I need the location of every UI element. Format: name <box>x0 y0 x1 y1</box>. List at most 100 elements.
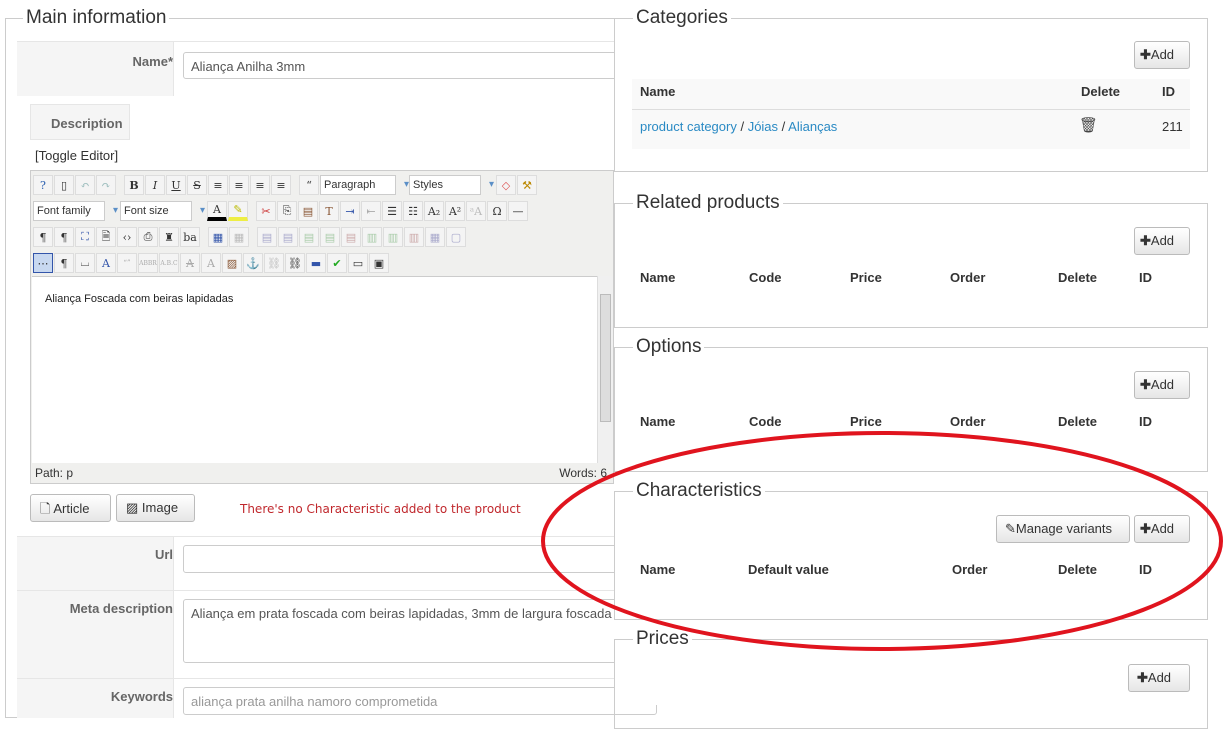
unlink-icon[interactable]: ⛓ <box>264 253 284 273</box>
cleanup-broom-icon[interactable]: ⚒ <box>517 175 537 195</box>
help-icon[interactable]: ? <box>33 175 53 195</box>
manage-variants-button[interactable]: ✎Manage variants <box>996 515 1130 543</box>
html-source-icon[interactable]: ‹› <box>117 227 137 247</box>
description-tab[interactable]: Description <box>30 104 130 140</box>
paste-text-icon[interactable]: T <box>319 201 339 221</box>
split-cells-icon[interactable]: ▦ <box>425 227 445 247</box>
attributes-icon[interactable]: ▨ <box>222 253 242 273</box>
meta-description-label: Meta description <box>69 601 173 616</box>
undo-icon[interactable]: ↶ <box>75 175 95 195</box>
del-icon[interactable]: A <box>180 253 200 273</box>
cell-props-icon[interactable]: ▤ <box>278 227 298 247</box>
print-icon[interactable]: ⎙ <box>138 227 158 247</box>
anchor-icon[interactable]: ⚓ <box>243 253 263 273</box>
merge-cells-icon[interactable]: ▢ <box>446 227 466 247</box>
font-family-select[interactable]: Font family <box>33 201 118 221</box>
categories-add-button[interactable]: ✚Add <box>1134 41 1190 69</box>
link-icon[interactable]: ⛓ <box>285 253 305 273</box>
editor-scrollbar[interactable] <box>597 276 613 463</box>
url-input[interactable] <box>183 545 657 573</box>
preview-icon[interactable]: 🗎 <box>96 227 116 247</box>
editor-content[interactable]: Aliança Foscada com beiras lapidadas <box>32 276 598 463</box>
bullet-list-icon[interactable]: ☷ <box>403 201 423 221</box>
font-size-select[interactable]: Font size <box>120 201 205 221</box>
col-before-icon[interactable]: ▥ <box>362 227 382 247</box>
cite-icon[interactable]: “” <box>117 253 137 273</box>
replace-icon[interactable]: ba <box>180 227 200 247</box>
trash-icon[interactable]: 🗑 <box>1079 116 1098 134</box>
numbered-list-icon[interactable]: ☰ <box>382 201 402 221</box>
nonbreaking-icon[interactable]: ⌴ <box>75 253 95 273</box>
visual-aid-icon[interactable]: ⋯ <box>33 253 53 273</box>
horizontal-rule-icon[interactable]: — <box>508 201 528 221</box>
underline-icon[interactable]: U <box>166 175 186 195</box>
delete-table-icon[interactable]: ▦ <box>229 227 249 247</box>
category-link-root[interactable]: product category <box>640 119 737 134</box>
layer-icon[interactable]: ▣ <box>369 253 389 273</box>
prices-add-button[interactable]: ✚Add <box>1128 664 1190 692</box>
redo-icon[interactable]: ↷ <box>96 175 116 195</box>
format-select[interactable]: Paragraph <box>320 175 409 195</box>
new-document-icon[interactable]: ▯ <box>54 175 74 195</box>
italic-icon[interactable]: I <box>145 175 165 195</box>
keywords-label: Keywords <box>110 689 173 704</box>
styleprops-icon[interactable]: A <box>96 253 116 273</box>
row-after-icon[interactable]: ▤ <box>320 227 340 247</box>
outdent-icon[interactable]: ⇤ <box>361 201 381 221</box>
col-after-icon[interactable]: ▥ <box>383 227 403 247</box>
col-name: Name <box>640 414 676 429</box>
keywords-input[interactable]: aliança prata anilha namoro comprometida <box>183 687 657 715</box>
ins-icon[interactable]: A <box>201 253 221 273</box>
row-before-icon[interactable]: ▤ <box>299 227 319 247</box>
delete-row-icon[interactable]: ▤ <box>341 227 361 247</box>
show-blocks-icon[interactable]: ¶ <box>54 253 74 273</box>
related-add-button[interactable]: ✚Add <box>1134 227 1190 255</box>
article-button[interactable]: 🗋 Article <box>30 494 111 522</box>
highlight-color-icon[interactable]: ✎ <box>228 201 248 221</box>
indent-icon[interactable]: ⇥ <box>340 201 360 221</box>
prices-section: Prices ✚Add <box>614 628 1208 729</box>
insert-table-icon[interactable]: ▦ <box>208 227 228 247</box>
category-link-aliancas[interactable]: Alianças <box>788 119 837 134</box>
toggle-editor-link[interactable]: [Toggle Editor] <box>35 148 118 163</box>
abbr-icon[interactable]: ABBR <box>138 253 158 273</box>
options-add-button[interactable]: ✚Add <box>1134 371 1190 399</box>
characteristics-add-button[interactable]: ✚Add <box>1134 515 1190 543</box>
image-button[interactable]: ▨ Image <box>116 494 195 522</box>
cut-icon[interactable]: ✂ <box>256 201 276 221</box>
eraser-icon[interactable]: ◇ <box>496 175 516 195</box>
bold-icon[interactable]: B <box>124 175 144 195</box>
col-id: ID <box>1139 414 1152 429</box>
rtl-icon[interactable]: ¶ <box>54 227 74 247</box>
strikethrough-icon[interactable]: S <box>187 175 207 195</box>
category-id: 211 <box>1162 119 1183 134</box>
fullscreen-icon[interactable]: ⛶ <box>75 227 95 247</box>
image-icon[interactable]: ▬ <box>306 253 326 273</box>
paste-icon[interactable]: ▤ <box>298 201 318 221</box>
special-char-icon[interactable]: Ω <box>487 201 507 221</box>
styles-select[interactable]: Styles <box>409 175 494 195</box>
acronym-icon[interactable]: A.B.C <box>159 253 179 273</box>
name-input[interactable]: Aliança Anilha 3mm <box>183 52 657 79</box>
align-right-icon[interactable]: ≡ <box>271 175 291 195</box>
language-icon[interactable]: ᵃA <box>466 201 486 221</box>
spellcheck-icon[interactable]: ✔ <box>327 253 347 273</box>
align-left-icon[interactable]: ≡ <box>250 175 270 195</box>
superscript-icon[interactable]: A² <box>445 201 465 221</box>
pencil-icon: ✎ <box>1005 521 1016 536</box>
template-icon[interactable]: ▭ <box>348 253 368 273</box>
text-color-icon[interactable]: A <box>207 201 227 221</box>
blockquote-icon[interactable]: “ <box>299 175 319 195</box>
meta-description-textarea[interactable]: Aliança em prata foscada com beiras lapi… <box>183 599 657 663</box>
category-link-joias[interactable]: Jóias <box>748 119 778 134</box>
col-id: ID <box>1162 84 1175 99</box>
row-props-icon[interactable]: ▤ <box>257 227 277 247</box>
prices-legend: Prices <box>633 628 692 650</box>
subscript-icon[interactable]: A₂ <box>424 201 444 221</box>
ltr-icon[interactable]: ¶ <box>33 227 53 247</box>
justify-icon[interactable]: ≡ <box>208 175 228 195</box>
copy-icon[interactable]: ⎘ <box>277 201 297 221</box>
delete-col-icon[interactable]: ▥ <box>404 227 424 247</box>
find-icon[interactable]: ♜ <box>159 227 179 247</box>
align-center-icon[interactable]: ≡ <box>229 175 249 195</box>
